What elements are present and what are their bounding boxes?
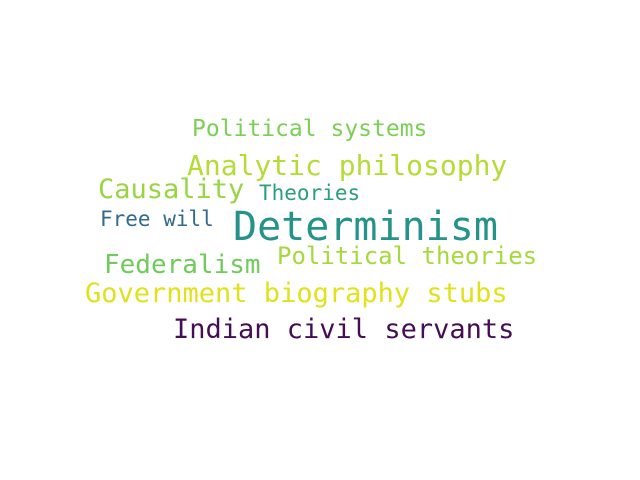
word-cloud: Political systems Analytic philosophy Ca… xyxy=(0,0,640,480)
word-political-systems: Political systems xyxy=(192,116,428,142)
word-theories: Theories xyxy=(259,181,361,205)
word-political-theories: Political theories xyxy=(277,242,538,270)
word-determinism: Determinism xyxy=(233,204,498,250)
word-government-biography-stubs: Government biography stubs xyxy=(85,278,508,309)
word-indian-civil-servants: Indian civil servants xyxy=(173,314,515,345)
word-free-will: Free will xyxy=(100,207,214,231)
word-causality: Causality xyxy=(98,174,245,205)
word-federalism: Federalism xyxy=(104,250,261,280)
